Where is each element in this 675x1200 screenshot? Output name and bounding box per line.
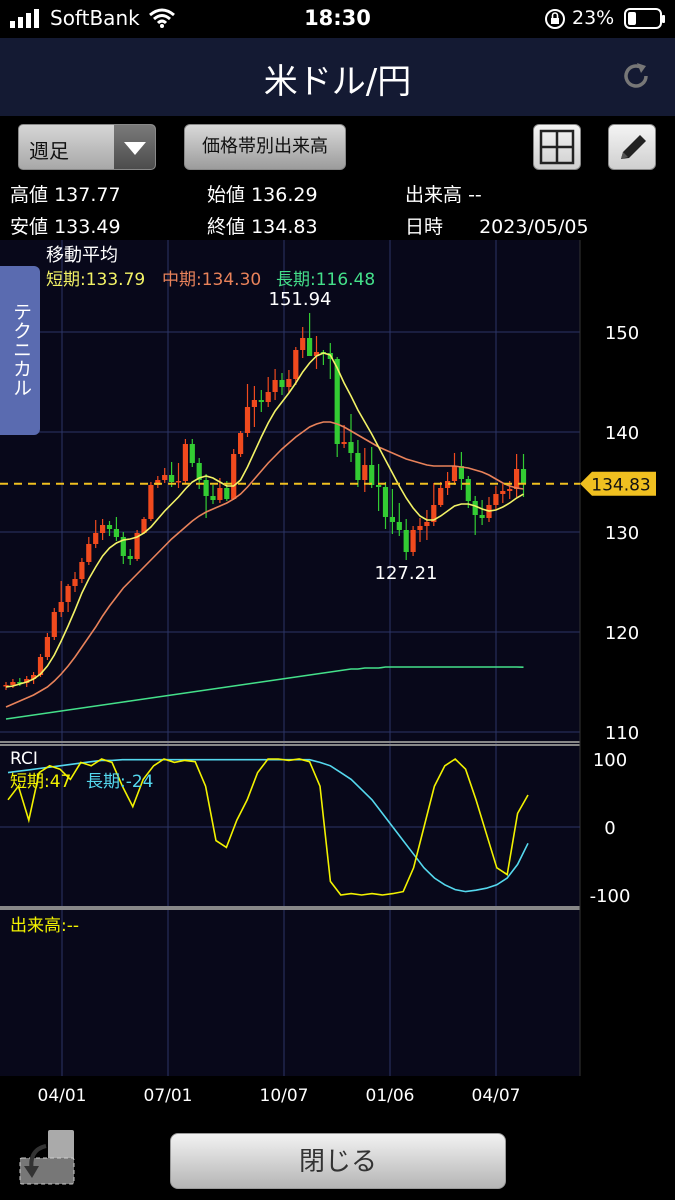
x-tick-label: 04/07 bbox=[472, 1086, 521, 1106]
candle-body bbox=[65, 586, 71, 602]
candle-body bbox=[217, 488, 223, 500]
y-tick-label: 150 bbox=[605, 323, 639, 344]
ma-title: 移動平均 bbox=[46, 245, 118, 266]
current-price-label: 134.83 bbox=[591, 476, 650, 496]
y-tick-label: 130 bbox=[605, 523, 639, 544]
price-chart[interactable]: 04/01 07/01 10/07 01/06 04/07 110 120 130 140 150… bbox=[0, 0, 675, 1120]
x-tick-label: 04/01 bbox=[38, 1086, 87, 1106]
candle-body bbox=[93, 533, 99, 544]
candle-body bbox=[520, 469, 527, 484]
y-tick-label: 120 bbox=[605, 623, 639, 644]
candle-body bbox=[106, 525, 113, 529]
ma-legend-item: 中期:134.30 bbox=[162, 270, 261, 290]
chart-background bbox=[0, 240, 580, 1076]
ma-legend-item: 長期:116.48 bbox=[276, 270, 375, 290]
candle-body bbox=[279, 380, 285, 387]
candle-body bbox=[224, 488, 230, 499]
candle-body bbox=[251, 400, 257, 407]
candle-body bbox=[307, 338, 313, 356]
candle-body bbox=[382, 487, 389, 517]
y-tick-label: 140 bbox=[605, 423, 639, 444]
back-button[interactable] bbox=[18, 1128, 76, 1186]
ma-legend-item: 短期:133.79 bbox=[46, 270, 145, 290]
candle-body bbox=[362, 465, 368, 480]
candle-body bbox=[451, 466, 458, 481]
candle-body bbox=[438, 488, 444, 505]
candle-body bbox=[100, 525, 106, 533]
candle-body bbox=[51, 612, 57, 637]
rci-legend-long: 長期:-24 bbox=[86, 772, 154, 792]
candle-body bbox=[410, 530, 416, 552]
candle-body bbox=[244, 407, 251, 433]
candle-body bbox=[231, 454, 237, 499]
candle-body bbox=[465, 479, 471, 501]
close-button[interactable]: 閉じる bbox=[170, 1133, 506, 1189]
rci-title: RCI bbox=[10, 749, 38, 769]
candle-body bbox=[396, 522, 402, 530]
x-tick-label: 07/01 bbox=[144, 1086, 193, 1106]
technical-tab[interactable]: テクニカル bbox=[0, 266, 40, 435]
candle-body bbox=[113, 529, 119, 537]
candle-body bbox=[341, 442, 347, 444]
candle-body bbox=[169, 475, 175, 482]
candle-body bbox=[265, 392, 271, 402]
x-tick-label: 10/07 bbox=[260, 1086, 309, 1106]
rci-legend-short: 短期:47 bbox=[10, 772, 71, 792]
candle-body bbox=[376, 485, 382, 487]
low-annotation: 127.21 bbox=[375, 563, 438, 584]
technical-tab-label: テクニカル bbox=[10, 302, 32, 397]
candle-body bbox=[479, 515, 485, 518]
candle-body bbox=[417, 526, 423, 530]
rci-y-tick-label: 100 bbox=[593, 750, 627, 771]
candle-body bbox=[369, 465, 375, 485]
candle-body bbox=[162, 475, 168, 480]
rci-y-tick-label: 0 bbox=[604, 818, 615, 839]
candle-body bbox=[472, 501, 478, 515]
candle-body bbox=[493, 494, 499, 505]
high-annotation: 151.94 bbox=[269, 289, 332, 310]
candle-body bbox=[238, 433, 244, 454]
exit-fullscreen-icon bbox=[19, 1130, 75, 1185]
candle-body bbox=[203, 480, 209, 496]
candle-body bbox=[86, 544, 92, 562]
candle-body bbox=[424, 522, 430, 526]
candle-body bbox=[293, 350, 299, 379]
candle-body bbox=[127, 556, 133, 559]
candle-body bbox=[148, 485, 154, 519]
candle-body bbox=[514, 469, 520, 489]
candle-body bbox=[58, 602, 64, 612]
candle-body bbox=[300, 338, 306, 350]
candle-body bbox=[10, 682, 16, 685]
candle-body bbox=[500, 491, 506, 494]
candle-body bbox=[258, 400, 264, 402]
candle-body bbox=[175, 481, 182, 483]
candle-body bbox=[189, 444, 195, 463]
candle-body bbox=[348, 442, 354, 453]
candle-body bbox=[182, 444, 188, 481]
candle-body bbox=[210, 496, 216, 500]
x-tick-label: 01/06 bbox=[366, 1086, 415, 1106]
candle-body bbox=[389, 517, 395, 522]
volume-legend: 出来高:-- bbox=[10, 916, 79, 936]
rci-y-tick-label: -100 bbox=[590, 886, 631, 907]
y-tick-label: 110 bbox=[605, 723, 639, 744]
candle-body bbox=[355, 453, 361, 480]
candle-body bbox=[272, 380, 278, 392]
candle-body bbox=[72, 579, 78, 586]
candle-body bbox=[79, 562, 85, 579]
candle-body bbox=[44, 637, 50, 657]
candle-body bbox=[286, 379, 292, 387]
candle-body bbox=[507, 489, 513, 491]
candle-body bbox=[403, 530, 409, 552]
